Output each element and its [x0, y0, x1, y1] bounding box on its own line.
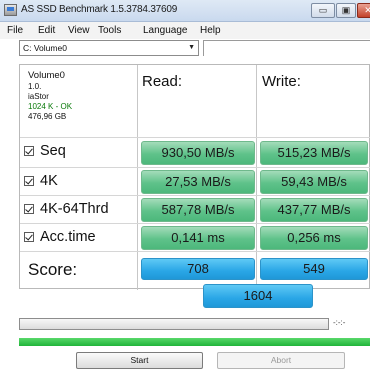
drive-select-value: C: Volume0 — [23, 43, 67, 53]
chevron-down-icon: ▼ — [188, 44, 195, 51]
4k-read-result: 27,53 MB/s — [141, 170, 255, 194]
drive-name: Volume0 — [28, 70, 65, 81]
menu-help[interactable]: Help — [200, 25, 221, 36]
acctime-read-result: 0,141 ms — [141, 226, 255, 250]
write-header: Write: — [262, 73, 301, 90]
drive-version: 1.0. — [28, 82, 42, 91]
test-acctime-label: Acc.time — [40, 229, 96, 245]
grid-divider — [20, 251, 370, 252]
test-4k64-checkbox[interactable]: 4K-64Thrd — [24, 201, 109, 217]
close-button[interactable]: ✕ — [357, 3, 370, 18]
grid-divider — [20, 195, 370, 196]
test-4k-checkbox[interactable]: 4K — [24, 173, 58, 189]
seq-write-result: 515,23 MB/s — [260, 141, 368, 165]
4k64-write-result: 437,77 MB/s — [260, 198, 368, 222]
minimize-button[interactable]: ▭ — [311, 3, 335, 18]
score-read: 708 — [141, 258, 255, 280]
test-4k64-label: 4K-64Thrd — [40, 201, 109, 217]
menu-language[interactable]: Language — [143, 25, 188, 36]
score-label: Score: — [28, 260, 78, 279]
menu-file[interactable]: File — [7, 25, 23, 36]
title-bar: AS SSD Benchmark 1.5.3784.37609 ▭ ▣ ✕ — [0, 0, 370, 22]
menu-bar: File Edit View Tools Language Help — [0, 22, 370, 39]
menu-view[interactable]: View — [68, 25, 90, 36]
results-grid: Volume0 1.0. iaStor 1024 K - OK 476,96 G… — [19, 64, 370, 308]
test-seq-checkbox[interactable]: Seq — [24, 143, 66, 159]
window-title: AS SSD Benchmark 1.5.3784.37609 — [21, 4, 178, 15]
progress-bar — [19, 318, 329, 330]
checkbox-icon — [24, 146, 34, 156]
test-acctime-checkbox[interactable]: Acc.time — [24, 229, 96, 245]
app-icon — [4, 4, 17, 16]
checkbox-icon — [24, 232, 34, 242]
completion-bar — [19, 338, 370, 346]
grid-divider — [137, 65, 138, 290]
menu-tools[interactable]: Tools — [98, 25, 121, 36]
test-seq-label: Seq — [40, 143, 66, 159]
start-button[interactable]: Start — [76, 352, 203, 369]
grid-divider — [256, 65, 257, 290]
grid-divider — [20, 167, 370, 168]
grid-divider — [20, 223, 370, 224]
seq-read-result: 930,50 MB/s — [141, 141, 255, 165]
score-total: 1604 — [203, 284, 313, 308]
drive-info: Volume0 1.0. iaStor 1024 K - OK 476,96 G… — [28, 70, 72, 122]
elapsed-time: -:-:- — [333, 318, 346, 327]
maximize-button[interactable]: ▣ — [336, 3, 356, 18]
menu-edit[interactable]: Edit — [38, 25, 55, 36]
abort-button[interactable]: Abort — [217, 352, 345, 369]
read-header: Read: — [142, 73, 183, 90]
grid-divider — [20, 137, 370, 138]
4k-write-result: 59,43 MB/s — [260, 170, 368, 194]
drive-info-box — [203, 40, 370, 56]
drive-select[interactable]: C: Volume0 ▼ — [19, 40, 199, 56]
checkbox-icon — [24, 176, 34, 186]
drive-alignment-status: 1024 K - OK — [28, 102, 73, 111]
drive-driver: iaStor — [28, 92, 49, 101]
test-4k-label: 4K — [40, 173, 58, 189]
score-write: 549 — [260, 258, 368, 280]
checkbox-icon — [24, 204, 34, 214]
4k64-read-result: 587,78 MB/s — [141, 198, 255, 222]
drive-size: 476,96 GB — [28, 112, 67, 121]
acctime-write-result: 0,256 ms — [260, 226, 368, 250]
